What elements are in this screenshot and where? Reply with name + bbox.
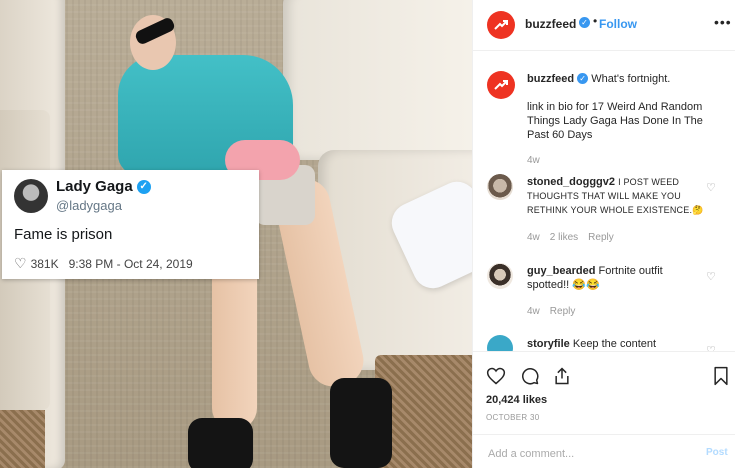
instagram-post: Lady Gaga ✓ @ladygaga Fame is prison ♡ 38… <box>0 0 735 468</box>
comment-username[interactable]: stoned_dogggv2 <box>527 176 615 188</box>
post-actions: 20,424 likes OCTOBER 30 Post <box>473 351 735 469</box>
comment-like-heart-icon[interactable]: ♡ <box>706 181 716 194</box>
verified-badge-icon: ✓ <box>136 180 151 195</box>
post-side-panel: buzzfeed ✓ • Follow ••• buzzfeed ✓ What'… <box>472 0 735 468</box>
caption-time[interactable]: 4w <box>527 155 540 166</box>
tweet-display-name: Lady Gaga <box>56 178 133 195</box>
post-image[interactable]: Lady Gaga ✓ @ladygaga Fame is prison ♡ 38… <box>0 0 472 468</box>
trending-arrow-icon <box>494 20 508 30</box>
post-comment-button[interactable]: Post <box>706 447 728 458</box>
comment-text: Keep the content <box>572 338 657 350</box>
verified-icon: ✓ <box>577 73 589 84</box>
add-comment-bar: Post <box>473 434 735 470</box>
heart-icon: ♡ <box>14 255 27 271</box>
comment-item: stoned_dogggv2 I POST WEED THOUGHTS THAT… <box>527 175 705 217</box>
more-dots-icon[interactable]: ••• <box>714 14 732 30</box>
comment-like-heart-icon[interactable]: ♡ <box>706 344 716 351</box>
commenter-avatar[interactable] <box>487 174 513 200</box>
share-upload-icon[interactable] <box>552 366 572 386</box>
reply-button[interactable]: Reply <box>588 232 614 243</box>
comment-username[interactable]: guy_bearded <box>527 265 595 277</box>
comment-input[interactable] <box>486 444 690 464</box>
tweet-handle: @ladygaga <box>56 198 122 213</box>
likes-count[interactable]: 20,424 likes <box>486 394 547 406</box>
caption-username[interactable]: buzzfeed <box>527 73 574 85</box>
tweet-card: Lady Gaga ✓ @ladygaga Fame is prison ♡ 38… <box>2 170 259 279</box>
comment-time[interactable]: 4w <box>527 306 540 317</box>
tweet-meta: ♡ 381K 9:38 PM - Oct 24, 2019 <box>14 255 193 272</box>
follow-button[interactable]: Follow <box>599 17 637 31</box>
comments-list[interactable]: buzzfeed ✓ What's fortnight. link in bio… <box>473 51 735 351</box>
caption: buzzfeed ✓ What's fortnight. <box>527 72 712 86</box>
comment-username[interactable]: storyfile <box>527 338 570 350</box>
reply-button[interactable]: Reply <box>550 306 576 317</box>
comment-item: storyfile Keep the content <box>527 337 705 351</box>
trending-arrow-icon <box>494 80 508 90</box>
buzzfeed-avatar[interactable] <box>487 11 515 39</box>
verified-icon: ✓ <box>579 17 590 28</box>
commenter-avatar[interactable] <box>487 335 513 351</box>
comment-like-heart-icon[interactable]: ♡ <box>706 270 716 283</box>
commenter-avatar[interactable] <box>487 263 513 289</box>
boot-left <box>188 418 253 468</box>
comment-likes[interactable]: 2 likes <box>550 232 578 243</box>
caption-text: What's fortnight. <box>591 73 671 85</box>
boot-right <box>330 378 392 468</box>
comment-time[interactable]: 4w <box>527 232 540 243</box>
tweet-likes: 381K <box>30 256 59 271</box>
comment-meta: 4w 2 likes Reply <box>527 232 614 243</box>
tweet-timestamp: 9:38 PM - Oct 24, 2019 <box>68 256 193 271</box>
tweet-avatar <box>14 179 48 213</box>
caption-link-text: link in bio for 17 Weird And Random Thin… <box>527 101 703 141</box>
comment-item: guy_bearded Fortnite outfit spotted!! 😂😂 <box>527 264 705 292</box>
tweet-text: Fame is prison <box>14 226 113 243</box>
bookmark-icon[interactable] <box>711 366 731 386</box>
header-username[interactable]: buzzfeed <box>525 17 576 31</box>
separator-dot: • <box>593 14 598 28</box>
post-header: buzzfeed ✓ • Follow ••• <box>473 0 735 51</box>
post-date[interactable]: OCTOBER 30 <box>486 413 540 422</box>
caption-avatar[interactable] <box>487 71 515 99</box>
like-heart-icon[interactable] <box>486 366 506 386</box>
comment-bubble-icon[interactable] <box>520 366 540 386</box>
comment-meta: 4w Reply <box>527 306 575 317</box>
